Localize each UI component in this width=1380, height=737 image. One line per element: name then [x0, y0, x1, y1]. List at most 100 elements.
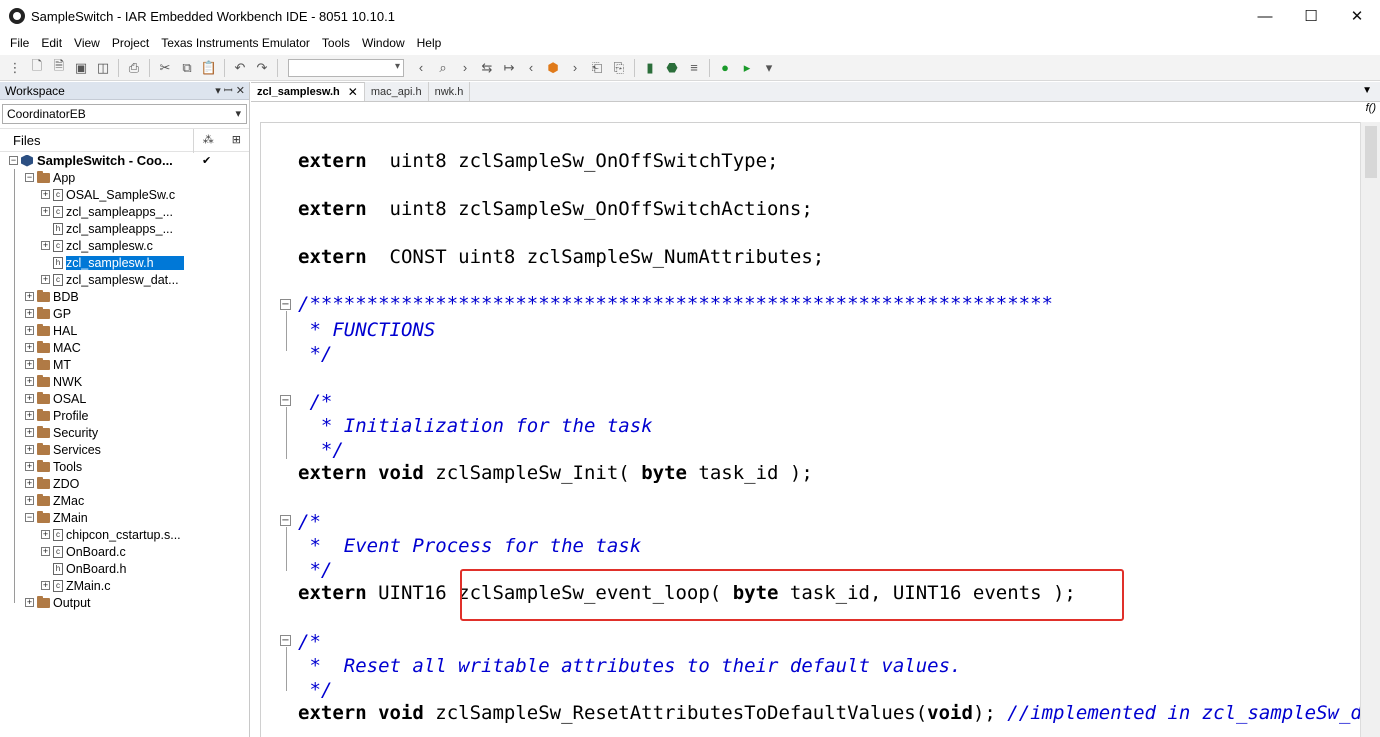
- expand-icon[interactable]: +: [25, 343, 34, 352]
- expand-icon[interactable]: +: [41, 275, 50, 284]
- tree-file[interactable]: + c OSAL_SampleSw.c: [0, 186, 249, 203]
- tree-file[interactable]: + c zcl_samplesw.c: [0, 237, 249, 254]
- tab-close-icon[interactable]: ✕: [348, 85, 358, 99]
- paste-icon[interactable]: 📋: [199, 58, 219, 78]
- tree-folder[interactable]: + ZDO: [0, 475, 249, 492]
- toolbar-overflow-icon[interactable]: ▾: [759, 58, 779, 78]
- find-previous-icon[interactable]: ‹: [411, 58, 431, 78]
- minimize-button[interactable]: —: [1242, 0, 1288, 32]
- tree-folder[interactable]: + OSAL: [0, 390, 249, 407]
- tree-file[interactable]: h zcl_samplesw.h: [0, 254, 249, 271]
- tree-folder[interactable]: + BDB: [0, 288, 249, 305]
- find-icon[interactable]: ⌕: [433, 58, 453, 78]
- find-next-icon[interactable]: ›: [455, 58, 475, 78]
- expand-icon[interactable]: +: [41, 207, 50, 216]
- menu-file[interactable]: File: [4, 36, 35, 50]
- tree-folder[interactable]: + HAL: [0, 322, 249, 339]
- tree-file[interactable]: + c zcl_sampleapps_...: [0, 203, 249, 220]
- tab-nwk-h[interactable]: nwk.h: [428, 82, 471, 101]
- expand-icon[interactable]: +: [25, 496, 34, 505]
- print-icon[interactable]: ⎙: [124, 58, 144, 78]
- expand-icon[interactable]: +: [25, 394, 34, 403]
- menu-project[interactable]: Project: [106, 36, 155, 50]
- download-icon[interactable]: ▮: [640, 58, 660, 78]
- tab-zcl-samplesw-h[interactable]: zcl_samplesw.h ✕: [251, 82, 365, 101]
- new-file-icon[interactable]: 🗋: [27, 58, 47, 78]
- tree-folder[interactable]: + Tools: [0, 458, 249, 475]
- download-debug-icon[interactable]: ⬣: [662, 58, 682, 78]
- tree-folder[interactable]: + ZMac: [0, 492, 249, 509]
- tree-folder[interactable]: + MT: [0, 356, 249, 373]
- replace-icon[interactable]: ⇆: [477, 58, 497, 78]
- code-editor[interactable]: extern uint8 zclSampleSw_OnOffSwitchType…: [260, 122, 1360, 737]
- expand-icon[interactable]: +: [41, 547, 50, 556]
- make-icon[interactable]: ⎘: [609, 58, 629, 78]
- column-separator[interactable]: [193, 129, 194, 153]
- breakpoint-icon[interactable]: ≡: [684, 58, 704, 78]
- expand-icon[interactable]: +: [25, 462, 34, 471]
- fold-collapse-icon[interactable]: −: [280, 395, 291, 406]
- save-icon[interactable]: ▣: [71, 58, 91, 78]
- function-navigator-icon[interactable]: f(): [1366, 102, 1376, 114]
- menu-view[interactable]: View: [68, 36, 106, 50]
- settings-column-icon[interactable]: ⊞: [232, 133, 241, 146]
- configuration-select[interactable]: CoordinatorEB: [2, 104, 247, 124]
- fold-collapse-icon[interactable]: −: [280, 515, 291, 526]
- expand-icon[interactable]: +: [25, 598, 34, 607]
- tree-folder[interactable]: + NWK: [0, 373, 249, 390]
- tree-folder[interactable]: + GP: [0, 305, 249, 322]
- debug-without-download-icon[interactable]: ▸: [737, 58, 757, 78]
- redo-icon[interactable]: ↷: [252, 58, 272, 78]
- go-to-icon[interactable]: ↦: [499, 58, 519, 78]
- expand-icon[interactable]: +: [25, 479, 34, 488]
- expand-icon[interactable]: +: [41, 190, 50, 199]
- expand-icon[interactable]: +: [41, 530, 50, 539]
- menu-ti-emulator[interactable]: Texas Instruments Emulator: [155, 36, 316, 50]
- collapse-icon[interactable]: −: [25, 173, 34, 182]
- menu-help[interactable]: Help: [411, 36, 448, 50]
- menu-edit[interactable]: Edit: [35, 36, 68, 50]
- fold-collapse-icon[interactable]: −: [280, 299, 291, 310]
- expand-icon[interactable]: +: [41, 241, 50, 250]
- tab-list-dropdown-icon[interactable]: ▼: [1362, 85, 1372, 96]
- bookmark-icon[interactable]: ⬢: [543, 58, 563, 78]
- expand-icon[interactable]: +: [25, 411, 34, 420]
- menu-window[interactable]: Window: [356, 36, 411, 50]
- save-all-icon[interactable]: ◫: [93, 58, 113, 78]
- find-combo[interactable]: [288, 58, 404, 77]
- tree-file[interactable]: + c chipcon_cstartup.s...: [0, 526, 249, 543]
- expand-icon[interactable]: +: [25, 377, 34, 386]
- compile-icon[interactable]: ⎗: [587, 58, 607, 78]
- expand-icon[interactable]: +: [25, 360, 34, 369]
- tab-mac-api-h[interactable]: mac_api.h: [364, 82, 429, 101]
- expand-icon[interactable]: +: [25, 292, 34, 301]
- tree-file[interactable]: h OnBoard.h: [0, 560, 249, 577]
- expand-icon[interactable]: +: [25, 309, 34, 318]
- tree-folder[interactable]: + Profile: [0, 407, 249, 424]
- close-button[interactable]: ✕: [1334, 0, 1380, 32]
- navigate-forward-icon[interactable]: ›: [565, 58, 585, 78]
- workspace-pin-controls[interactable]: ▾ ꟷ ✕: [215, 83, 245, 98]
- tree-folder[interactable]: + Services: [0, 441, 249, 458]
- tree-folder[interactable]: − ZMain: [0, 509, 249, 526]
- tree-file[interactable]: h zcl_sampleapps_...: [0, 220, 249, 237]
- scrollbar-thumb[interactable]: [1365, 126, 1377, 178]
- tree-file[interactable]: + c ZMain.c: [0, 577, 249, 594]
- open-file-icon[interactable]: 🗎: [49, 58, 69, 78]
- expand-icon[interactable]: +: [41, 581, 50, 590]
- tree-file[interactable]: + c zcl_samplesw_dat...: [0, 271, 249, 288]
- expand-icon[interactable]: +: [25, 326, 34, 335]
- cut-icon[interactable]: ✂: [155, 58, 175, 78]
- debug-go-icon[interactable]: ●: [715, 58, 735, 78]
- tree-folder[interactable]: + Security: [0, 424, 249, 441]
- collapse-icon[interactable]: −: [9, 156, 18, 165]
- tree-folder[interactable]: + MAC: [0, 339, 249, 356]
- options-column-icon[interactable]: ⁂: [203, 133, 214, 146]
- expand-icon[interactable]: +: [25, 445, 34, 454]
- collapse-icon[interactable]: −: [25, 513, 34, 522]
- menu-tools[interactable]: Tools: [316, 36, 356, 50]
- navigate-back-icon[interactable]: ‹: [521, 58, 541, 78]
- copy-icon[interactable]: ⧉: [177, 58, 197, 78]
- fold-collapse-icon[interactable]: −: [280, 635, 291, 646]
- tree-folder[interactable]: + Output: [0, 594, 249, 611]
